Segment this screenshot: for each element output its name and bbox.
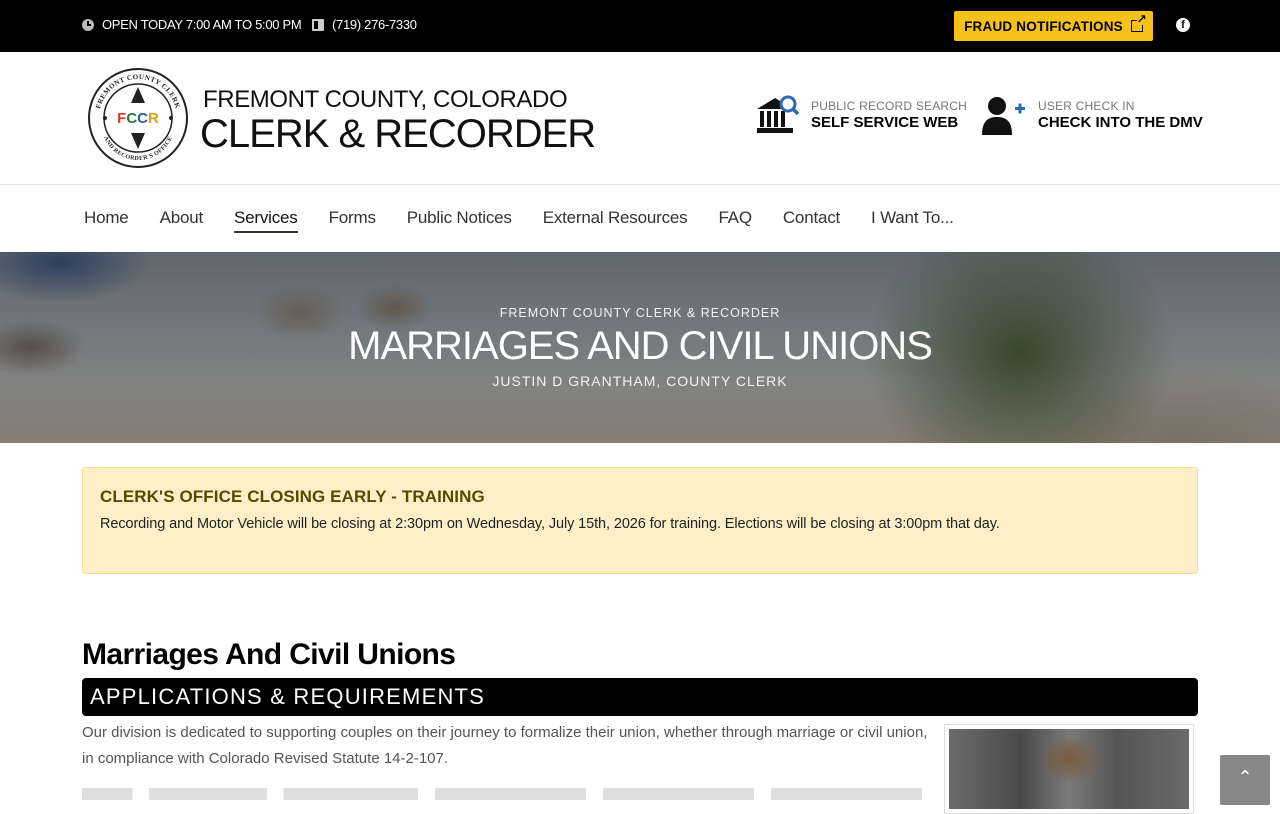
self-service-web-link[interactable]: PUBLIC RECORD SEARCH SELF SERVICE WEB [755,95,967,135]
phone-icon [312,18,324,31]
nav-item-services[interactable]: Services [234,208,298,233]
site-header: FREMONT COUNTY CLERK AND RECORDER'S OFFI… [0,52,1280,185]
nav-item-public-notices[interactable]: Public Notices [407,208,512,233]
main-navigation: Home About Services Forms Public Notices… [0,185,1280,252]
nav-item-external-resources[interactable]: External Resources [543,208,688,233]
next-paragraph-partial [82,788,937,800]
county-seal-logo[interactable]: FREMONT COUNTY CLERK AND RECORDER'S OFFI… [87,67,189,169]
quick-link-label[interactable]: SELF SERVICE WEB [811,114,967,131]
section-heading: APPLICATIONS & REQUIREMENTS [90,684,486,709]
content-photo [944,724,1194,814]
nav-item-i-want-to[interactable]: I Want To... [871,208,954,233]
hero-subtitle: JUSTIN D GRANTHAM, COUNTY CLERK [492,373,788,389]
section-heading-bar: APPLICATIONS & REQUIREMENTS [82,678,1198,716]
alert-heading: CLERK'S OFFICE CLOSING EARLY - TRAINING [100,487,485,506]
facebook-icon[interactable]: f [1176,18,1190,32]
nav-item-about[interactable]: About [160,208,204,233]
nav-item-home[interactable]: Home [84,208,129,233]
phone-number-text[interactable]: (719) 276-7330 [332,17,417,32]
intro-paragraph: Our division is dedicated to supporting … [82,724,928,767]
org-name-line2: CLERK & RECORDER [200,112,596,156]
alert-body: Recording and Motor Vehicle will be clos… [100,516,1000,532]
chevron-up-icon: ⌃ [1237,767,1253,787]
quick-link-caption: USER CHECK IN [1038,99,1135,113]
nav-item-forms[interactable]: Forms [329,208,376,233]
phone-number[interactable]: (719) 276-7330 [312,17,417,32]
nav-item-contact[interactable]: Contact [783,208,840,233]
office-hours-text: OPEN TODAY 7:00 AM TO 5:00 PM [102,17,302,32]
page-title: Marriages And Civil Unions [82,638,456,671]
couple-photo [949,729,1189,809]
hero-title: MARRIAGES AND CIVIL UNIONS [348,324,933,368]
top-bar: OPEN TODAY 7:00 AM TO 5:00 PM (719) 276-… [0,0,1280,52]
hero-kicker: FREMONT COUNTY CLERK & RECORDER [499,306,781,320]
quick-link-caption: PUBLIC RECORD SEARCH [811,99,968,113]
user-plus-icon [982,97,1025,135]
org-name-line1: FREMONT COUNTY, COLORADO [203,86,568,113]
fraud-notifications-label: FRAUD NOTIFICATIONS [964,18,1123,34]
closure-alert: CLERK'S OFFICE CLOSING EARLY - TRAINING … [82,467,1198,574]
dmv-check-in-link[interactable]: USER CHECK IN CHECK INTO THE DMV [982,95,1203,135]
external-link-icon [1130,13,1147,32]
back-to-top-button[interactable]: ⌃ [1220,755,1270,805]
fraud-notifications-button[interactable]: FRAUD NOTIFICATIONS [954,11,1153,41]
hero-banner: FREMONT COUNTY CLERK & RECORDER MARRIAGE… [0,252,1280,443]
bank-search-icon [757,95,799,133]
quick-link-label[interactable]: CHECK INTO THE DMV [1038,114,1203,131]
office-hours: OPEN TODAY 7:00 AM TO 5:00 PM [82,17,302,32]
clock-icon [82,18,94,31]
nav-item-faq[interactable]: FAQ [718,208,752,233]
seal-monogram: FCCR [117,110,159,127]
